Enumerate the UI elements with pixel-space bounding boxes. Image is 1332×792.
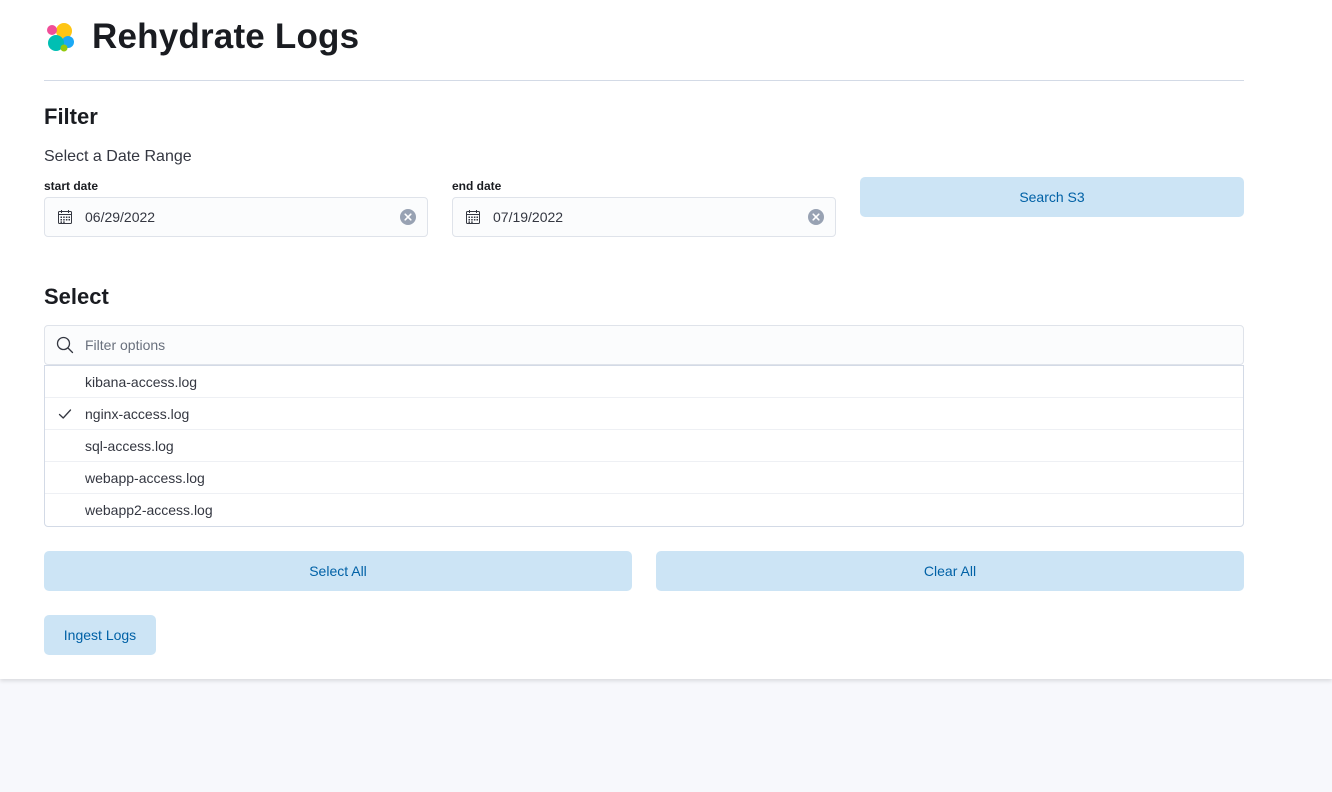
select-all-button[interactable]: Select All (44, 551, 632, 591)
clear-circle-icon[interactable] (808, 209, 824, 225)
check-slot (45, 407, 85, 421)
page-header: Rehydrate Logs (44, 17, 359, 57)
start-date-value[interactable]: 06/29/2022 (85, 209, 400, 225)
list-item[interactable]: nginx-access.log (45, 398, 1243, 430)
end-date-field[interactable]: 07/19/2022 (452, 197, 836, 237)
calendar-icon (466, 210, 480, 224)
ingest-logs-button[interactable]: Ingest Logs (44, 615, 156, 655)
option-label: kibana-access.log (85, 373, 198, 390)
option-label: webapp-access.log (85, 469, 205, 486)
list-item[interactable]: webapp-access.log (45, 462, 1243, 494)
main-panel: Rehydrate Logs Filter Select a Date Rang… (0, 0, 1332, 679)
list-item[interactable]: sql-access.log (45, 430, 1243, 462)
end-date-value[interactable]: 07/19/2022 (493, 209, 808, 225)
start-date-label: start date (44, 179, 99, 193)
list-item[interactable]: webapp2-access.log (45, 494, 1243, 526)
option-label: sql-access.log (85, 437, 174, 454)
search-input[interactable] (85, 337, 1243, 353)
elastic-logo-icon (47, 23, 74, 52)
clear-all-button[interactable]: Clear All (656, 551, 1244, 591)
select-section-title: Select (44, 284, 109, 309)
calendar-icon (58, 210, 72, 224)
option-label: nginx-access.log (85, 405, 190, 422)
clear-circle-icon[interactable] (400, 209, 416, 225)
page-title: Rehydrate Logs (92, 17, 360, 56)
options-list: kibana-access.log nginx-access.log sql-a… (44, 365, 1244, 527)
date-range-subtitle: Select a Date Range (44, 148, 192, 165)
list-item[interactable]: kibana-access.log (45, 366, 1243, 398)
search-icon (56, 336, 74, 354)
start-date-field[interactable]: 06/29/2022 (44, 197, 428, 237)
end-date-label: end date (452, 179, 502, 193)
search-s3-button[interactable]: Search S3 (860, 177, 1244, 217)
filter-options-search[interactable] (44, 325, 1244, 365)
header-divider (44, 80, 1244, 81)
option-label: webapp2-access.log (85, 502, 213, 518)
check-icon (58, 408, 72, 419)
filter-section-title: Filter (44, 104, 98, 129)
